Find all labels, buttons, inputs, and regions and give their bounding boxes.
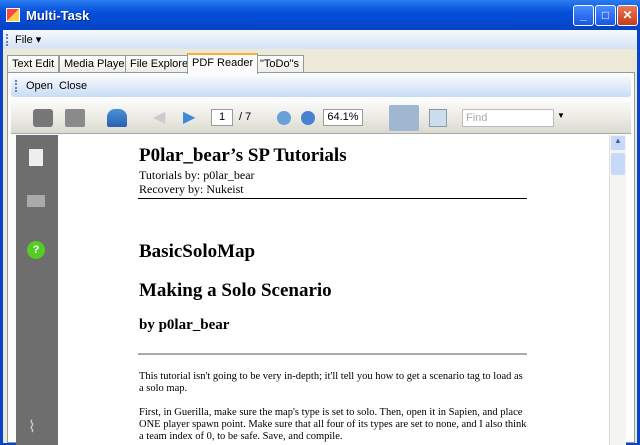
page-total: / 7 [239,111,252,123]
doc-subheading: Making a Solo Scenario [139,280,332,301]
fit-width-icon[interactable] [389,105,419,131]
vertical-scrollbar[interactable]: ▲ [609,135,626,445]
pdf-viewer: ? ⌇ P0lar_bear’s SP Tutorials Tutorials … [16,135,634,445]
menu-file[interactable]: File ▾ [15,33,41,46]
close-button[interactable]: ✕ [617,5,638,26]
zoom-level-select[interactable]: 64.1% [323,109,363,126]
scroll-thumb[interactable] [611,153,625,175]
doc-recovery: Recovery by: Nukeist [139,182,244,196]
print-icon[interactable] [33,109,53,127]
maximize-button[interactable]: □ [595,5,616,26]
page-number-input[interactable]: 1 [211,109,233,126]
pdf-page: P0lar_bear’s SP Tutorials Tutorials by: … [58,135,609,445]
zoom-out-icon[interactable] [277,111,291,125]
fit-page-icon[interactable] [429,109,447,127]
bookmarks-icon[interactable] [27,195,45,207]
open-button[interactable]: Open [26,80,53,92]
attachment-icon[interactable]: ⌇ [28,417,36,437]
doc-paragraph: This tutorial isn't going to be very in-… [139,371,523,394]
pdf-toolbar: ◀ ▶ 1 / 7 64.1% Find ▼ [11,102,631,134]
find-dropdown-icon[interactable]: ▼ [557,111,565,120]
next-page-icon[interactable]: ▶ [183,109,203,127]
tab-file-explorer[interactable]: File Explorer [125,55,197,73]
help-icon[interactable]: ? [27,241,45,259]
find-input[interactable]: Find [462,109,554,127]
window-frame: File ▾ Text Edit Media Player File Explo… [3,30,637,445]
menu-bar: File ▾ [3,30,637,49]
window-title: Multi-Task [26,8,90,23]
minimize-button[interactable]: _ [573,5,594,26]
doc-paragraph: First, in Guerilla, make sure the map's … [139,407,527,442]
divider [138,198,527,199]
grip-handle[interactable] [15,80,17,92]
doc-byline: by p0lar_bear [139,317,230,333]
save-icon[interactable] [65,109,85,127]
previous-page-icon[interactable]: ◀ [153,109,173,127]
divider [138,353,527,355]
tab-todos[interactable]: "ToDo"s [255,55,304,73]
doc-heading: BasicSoloMap [139,241,256,262]
zoom-in-icon[interactable] [301,111,315,125]
file-toolbar: Open Close [11,76,631,97]
tab-text-edit[interactable]: Text Edit [7,55,60,73]
doc-author: Tutorials by: p0lar_bear [139,168,255,182]
close-doc-button[interactable]: Close [59,80,87,92]
email-icon[interactable] [107,109,127,127]
tab-media-player[interactable]: Media Player [59,55,134,73]
title-bar: Multi-Task _ □ ✕ [0,0,640,30]
pages-icon[interactable] [29,149,43,166]
side-panel: ? ⌇ [16,135,58,445]
scroll-up-icon[interactable]: ▲ [611,136,625,150]
tab-pdf-reader[interactable]: PDF Reader [187,53,259,74]
app-icon [6,8,20,22]
grip-handle[interactable] [6,34,8,46]
doc-title: P0lar_bear’s SP Tutorials [139,145,347,166]
tab-content: Open Close ◀ ▶ 1 / 7 64.1% Find ▼ ? ⌇ P0… [7,72,635,445]
